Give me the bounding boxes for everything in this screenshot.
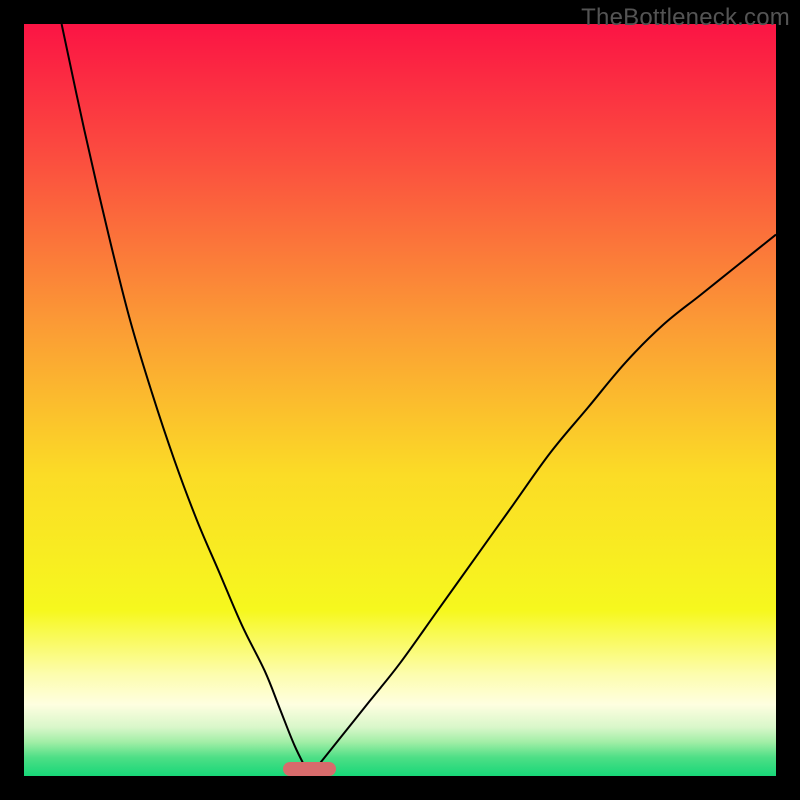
watermark-text: TheBottleneck.com bbox=[581, 4, 790, 32]
bottleneck-chart bbox=[24, 24, 776, 776]
optimal-point-marker bbox=[283, 762, 336, 776]
chart-frame: TheBottleneck.com bbox=[0, 0, 800, 800]
plot-area bbox=[24, 24, 776, 776]
